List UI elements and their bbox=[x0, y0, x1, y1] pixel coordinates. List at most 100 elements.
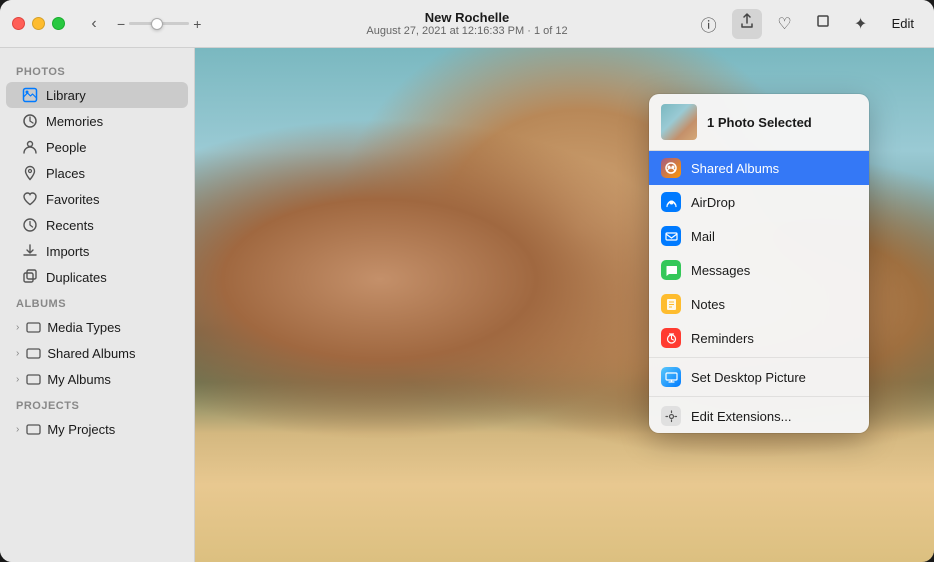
notes-menu-icon bbox=[661, 294, 681, 314]
popover-item-shared-albums[interactable]: Shared Albums bbox=[649, 151, 869, 185]
back-button[interactable]: ‹ bbox=[81, 11, 107, 37]
heart-icon: ♡ bbox=[777, 14, 791, 34]
sidebar-item-people-label: People bbox=[46, 140, 86, 155]
chevron-right-icon: › bbox=[16, 322, 19, 333]
sidebar-item-people[interactable]: People bbox=[6, 134, 188, 160]
sidebar-item-favorites-label: Favorites bbox=[46, 192, 99, 207]
info-button[interactable]: ⓘ bbox=[694, 9, 724, 39]
favorites-icon bbox=[22, 191, 38, 207]
heart-button[interactable]: ♡ bbox=[770, 9, 800, 39]
popover-header-title: 1 Photo Selected bbox=[707, 115, 812, 130]
share-icon bbox=[739, 13, 755, 34]
projects-section-label: Projects bbox=[0, 392, 194, 416]
info-icon: ⓘ bbox=[701, 12, 717, 36]
sidebar-group-my-albums[interactable]: › My Albums bbox=[6, 366, 188, 392]
sidebar-item-imports[interactable]: Imports bbox=[6, 238, 188, 264]
window-subtitle: August 27, 2021 at 12:16:33 PM · 1 of 12 bbox=[366, 25, 567, 37]
popover-thumbnail bbox=[661, 104, 697, 140]
minimize-button[interactable] bbox=[32, 17, 45, 30]
popover-item-messages-label: Messages bbox=[691, 263, 750, 278]
places-icon bbox=[22, 165, 38, 181]
crop-icon bbox=[815, 13, 831, 34]
recents-icon bbox=[22, 217, 38, 233]
sidebar-group-my-projects[interactable]: › My Projects bbox=[6, 416, 188, 442]
popover-item-set-desktop[interactable]: Set Desktop Picture bbox=[649, 360, 869, 394]
shared-albums-menu-icon bbox=[661, 158, 681, 178]
albums-section-label: Albums bbox=[0, 290, 194, 314]
zoom-plus[interactable]: + bbox=[193, 16, 201, 32]
sidebar-group-shared-albums-label: Shared Albums bbox=[47, 346, 135, 361]
my-albums-icon bbox=[25, 371, 41, 387]
popover-item-notes-label: Notes bbox=[691, 297, 725, 312]
back-icon: ‹ bbox=[91, 15, 96, 33]
popover-item-mail-label: Mail bbox=[691, 229, 715, 244]
chevron-right-icon-4: › bbox=[16, 424, 19, 435]
sidebar-item-library[interactable]: Library bbox=[6, 82, 188, 108]
sidebar-item-memories[interactable]: Memories bbox=[6, 108, 188, 134]
zoom-minus[interactable]: − bbox=[117, 16, 125, 32]
slider-track[interactable] bbox=[129, 22, 189, 25]
reminders-menu-icon bbox=[661, 328, 681, 348]
popover-divider bbox=[649, 357, 869, 358]
sidebar-item-recents[interactable]: Recents bbox=[6, 212, 188, 238]
airdrop-menu-icon bbox=[661, 192, 681, 212]
memories-icon bbox=[22, 113, 38, 129]
edit-extensions-menu-icon bbox=[661, 406, 681, 426]
chevron-right-icon-2: › bbox=[16, 348, 19, 359]
share-popover: 1 Photo Selected Shared Albums bbox=[649, 94, 869, 433]
sidebar-item-recents-label: Recents bbox=[46, 218, 94, 233]
zoom-slider[interactable]: − + bbox=[117, 16, 201, 32]
edit-button[interactable]: Edit bbox=[884, 12, 922, 35]
popover-item-messages[interactable]: Messages bbox=[649, 253, 869, 287]
main-layout: Photos Library M bbox=[0, 48, 934, 562]
popover-item-shared-albums-label: Shared Albums bbox=[691, 161, 779, 176]
popover-item-reminders-label: Reminders bbox=[691, 331, 754, 346]
slider-thumb[interactable] bbox=[151, 18, 163, 30]
sidebar-item-memories-label: Memories bbox=[46, 114, 103, 129]
set-desktop-menu-icon bbox=[661, 367, 681, 387]
sidebar-item-duplicates-label: Duplicates bbox=[46, 270, 107, 285]
sidebar-item-places[interactable]: Places bbox=[6, 160, 188, 186]
close-button[interactable] bbox=[12, 17, 25, 30]
popover-header: 1 Photo Selected bbox=[649, 94, 869, 151]
photo-area: 1 Photo Selected Shared Albums bbox=[195, 48, 934, 562]
sidebar-group-media-types[interactable]: › Media Types bbox=[6, 314, 188, 340]
toolbar-actions: ⓘ ♡ ✦ Edi bbox=[694, 9, 922, 39]
popover-item-airdrop[interactable]: AirDrop bbox=[649, 185, 869, 219]
sidebar-item-places-label: Places bbox=[46, 166, 85, 181]
sidebar-item-favorites[interactable]: Favorites bbox=[6, 186, 188, 212]
sidebar-group-shared-albums[interactable]: › Shared Albums bbox=[6, 340, 188, 366]
popover-divider-2 bbox=[649, 396, 869, 397]
popover-item-edit-extensions-label: Edit Extensions... bbox=[691, 409, 791, 424]
photos-section-label: Photos bbox=[0, 58, 194, 82]
popover-item-notes[interactable]: Notes bbox=[649, 287, 869, 321]
adjust-icon: ✦ bbox=[854, 14, 867, 34]
window-title: New Rochelle bbox=[366, 10, 567, 25]
imports-icon bbox=[22, 243, 38, 259]
nav-controls: ‹ − + bbox=[81, 11, 201, 37]
maximize-button[interactable] bbox=[52, 17, 65, 30]
sidebar-group-my-albums-label: My Albums bbox=[47, 372, 111, 387]
adjust-button[interactable]: ✦ bbox=[846, 9, 876, 39]
titlebar: ‹ − + New Rochelle August 27, 2021 at 12… bbox=[0, 0, 934, 48]
media-types-icon bbox=[25, 319, 41, 335]
chevron-right-icon-3: › bbox=[16, 374, 19, 385]
library-icon bbox=[22, 87, 38, 103]
sidebar-item-duplicates[interactable]: Duplicates bbox=[6, 264, 188, 290]
crop-button[interactable] bbox=[808, 9, 838, 39]
traffic-lights bbox=[12, 17, 65, 30]
people-icon bbox=[22, 139, 38, 155]
share-button[interactable] bbox=[732, 9, 762, 39]
sidebar-group-media-types-label: Media Types bbox=[47, 320, 120, 335]
sidebar-item-imports-label: Imports bbox=[46, 244, 89, 259]
popover-item-airdrop-label: AirDrop bbox=[691, 195, 735, 210]
main-window: ‹ − + New Rochelle August 27, 2021 at 12… bbox=[0, 0, 934, 562]
shared-albums-icon bbox=[25, 345, 41, 361]
popover-item-edit-extensions[interactable]: Edit Extensions... bbox=[649, 399, 869, 433]
mail-menu-icon bbox=[661, 226, 681, 246]
popover-item-reminders[interactable]: Reminders bbox=[649, 321, 869, 355]
sidebar-group-my-projects-label: My Projects bbox=[47, 422, 115, 437]
popover-item-mail[interactable]: Mail bbox=[649, 219, 869, 253]
popover-item-set-desktop-label: Set Desktop Picture bbox=[691, 370, 806, 385]
sidebar-item-library-label: Library bbox=[46, 88, 86, 103]
